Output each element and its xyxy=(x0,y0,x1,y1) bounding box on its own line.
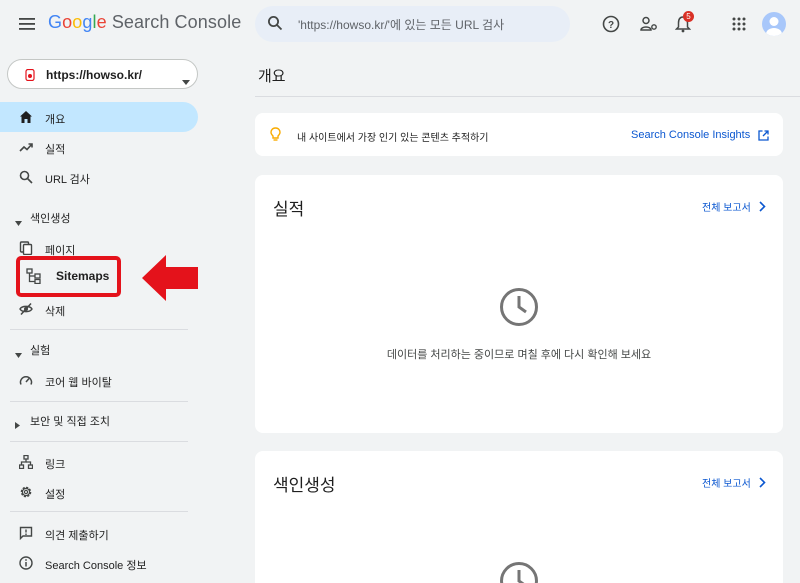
apps-grid-icon[interactable] xyxy=(727,12,751,36)
search-console-insights-link[interactable]: Search Console Insights xyxy=(631,129,750,141)
title-divider xyxy=(255,96,800,97)
logo-letter: o xyxy=(62,12,73,32)
open-in-new-icon[interactable] xyxy=(758,128,769,146)
sidebar-item-links[interactable]: 링크 xyxy=(0,447,198,477)
sidebar-divider xyxy=(10,329,188,330)
sidebar-divider xyxy=(10,511,188,512)
chevron-right-icon[interactable] xyxy=(759,475,766,493)
processing-message: 데이터를 처리하는 중이므로 며칠 후에 다시 확인해 보세요 xyxy=(386,349,652,361)
sidebar-section-indexing[interactable]: 색인생성 xyxy=(0,207,198,227)
sidebar-item-label: 의견 제출하기 xyxy=(45,530,109,542)
pages-icon xyxy=(19,241,33,256)
visibility-off-icon xyxy=(19,302,33,316)
sidebar-divider xyxy=(10,401,188,402)
sidebar-item-settings[interactable]: 설정 xyxy=(0,477,198,507)
sidebar-item-label: URL 검사 xyxy=(45,174,90,186)
page-title: 개요 xyxy=(258,68,286,85)
sidebar-item-overview[interactable]: 개요 xyxy=(0,102,198,132)
sidebar-item-label: 설정 xyxy=(45,489,66,501)
sidebar-section-experience[interactable]: 실험 xyxy=(0,339,198,359)
logo-letter: e xyxy=(96,12,107,32)
trending-up-icon xyxy=(19,140,33,154)
sidebar-divider xyxy=(10,441,188,442)
performance-card: 실적 전체 보고서 데이터를 처리하는 중이므로 며칠 후에 다시 확인해 보세… xyxy=(255,175,783,433)
sitemap-icon xyxy=(26,268,42,289)
sidebar-item-sitemaps[interactable]: Sitemaps xyxy=(56,269,109,283)
section-label: 보안 및 직접 조치 xyxy=(30,416,111,428)
caret-down-icon xyxy=(15,213,22,231)
google-search-console-logo[interactable]: Google Search Console xyxy=(48,12,241,33)
lightbulb-icon xyxy=(270,127,281,147)
search-icon xyxy=(267,15,283,36)
search-icon xyxy=(19,170,33,184)
performance-card-title: 실적 xyxy=(273,200,305,219)
sidebar-item-label: 링크 xyxy=(45,459,66,471)
clock-icon xyxy=(499,287,539,332)
home-icon xyxy=(19,110,33,124)
section-label: 색인생성 xyxy=(30,213,71,225)
chevron-right-icon[interactable] xyxy=(759,199,766,217)
sidebar-item-removals[interactable]: 삭제 xyxy=(0,294,198,324)
sidebar-item-about[interactable]: Search Console 정보 xyxy=(0,548,198,578)
account-avatar[interactable] xyxy=(762,12,786,36)
sidebar-item-core-web-vitals[interactable]: 코어 웹 바이탈 xyxy=(0,365,198,395)
insights-tip-text: 내 사이트에서 가장 인기 있는 콘텐츠 추적하기 xyxy=(297,133,489,144)
feedback-icon xyxy=(19,526,33,541)
search-placeholder: 'https://howso.kr/'에 있는 모든 URL 검사 xyxy=(298,18,505,32)
info-icon xyxy=(19,556,33,570)
property-selector[interactable]: https://howso.kr/ xyxy=(7,59,198,89)
caret-right-icon xyxy=(15,416,20,434)
notification-count-badge: 5 xyxy=(683,11,694,22)
sidebar-item-label: 개요 xyxy=(45,114,66,126)
links-tree-icon xyxy=(18,454,34,470)
logo-letter: o xyxy=(72,12,83,32)
sidebar-item-label: 실적 xyxy=(45,144,66,156)
caret-down-icon xyxy=(15,345,22,363)
site-favicon-icon xyxy=(24,68,36,82)
logo-letter: G xyxy=(48,12,63,32)
sidebar-item-performance[interactable]: 실적 xyxy=(0,132,198,162)
gear-icon xyxy=(19,485,33,499)
help-icon[interactable]: ? xyxy=(599,12,623,36)
clock-icon xyxy=(499,561,539,583)
sidebar-section-security[interactable]: 보안 및 직접 조치 xyxy=(0,410,198,430)
sidebar-item-url-inspection[interactable]: URL 검사 xyxy=(0,162,198,192)
sidebar-item-label: Search Console 정보 xyxy=(45,560,147,572)
indexing-full-report-link[interactable]: 전체 보고서 xyxy=(702,475,751,490)
section-label: 실험 xyxy=(30,345,51,357)
product-name: Search Console xyxy=(111,12,242,32)
top-app-bar: Google Search Console 'https://howso.kr/… xyxy=(0,0,800,48)
chevron-down-icon xyxy=(182,72,190,90)
indexing-card-title: 색인생성 xyxy=(273,476,336,495)
logo-letter: g xyxy=(82,12,93,32)
performance-full-report-link[interactable]: 전체 보고서 xyxy=(702,199,751,214)
url-inspection-search[interactable]: 'https://howso.kr/'에 있는 모든 URL 검사 xyxy=(255,6,570,42)
manage-users-icon[interactable] xyxy=(637,12,661,36)
svg-text:?: ? xyxy=(608,20,614,31)
sidebar-item-label: 코어 웹 바이탈 xyxy=(45,377,112,389)
insights-tip-card: 내 사이트에서 가장 인기 있는 콘텐츠 추적하기 Search Console… xyxy=(255,113,783,156)
indexing-card: 색인생성 전체 보고서 xyxy=(255,451,783,583)
speed-gauge-icon xyxy=(19,373,33,387)
sidebar-item-feedback[interactable]: 의견 제출하기 xyxy=(0,518,198,548)
property-url: https://howso.kr/ xyxy=(46,68,142,82)
sidebar-item-label: 삭제 xyxy=(45,306,66,318)
menu-icon[interactable] xyxy=(16,13,38,35)
